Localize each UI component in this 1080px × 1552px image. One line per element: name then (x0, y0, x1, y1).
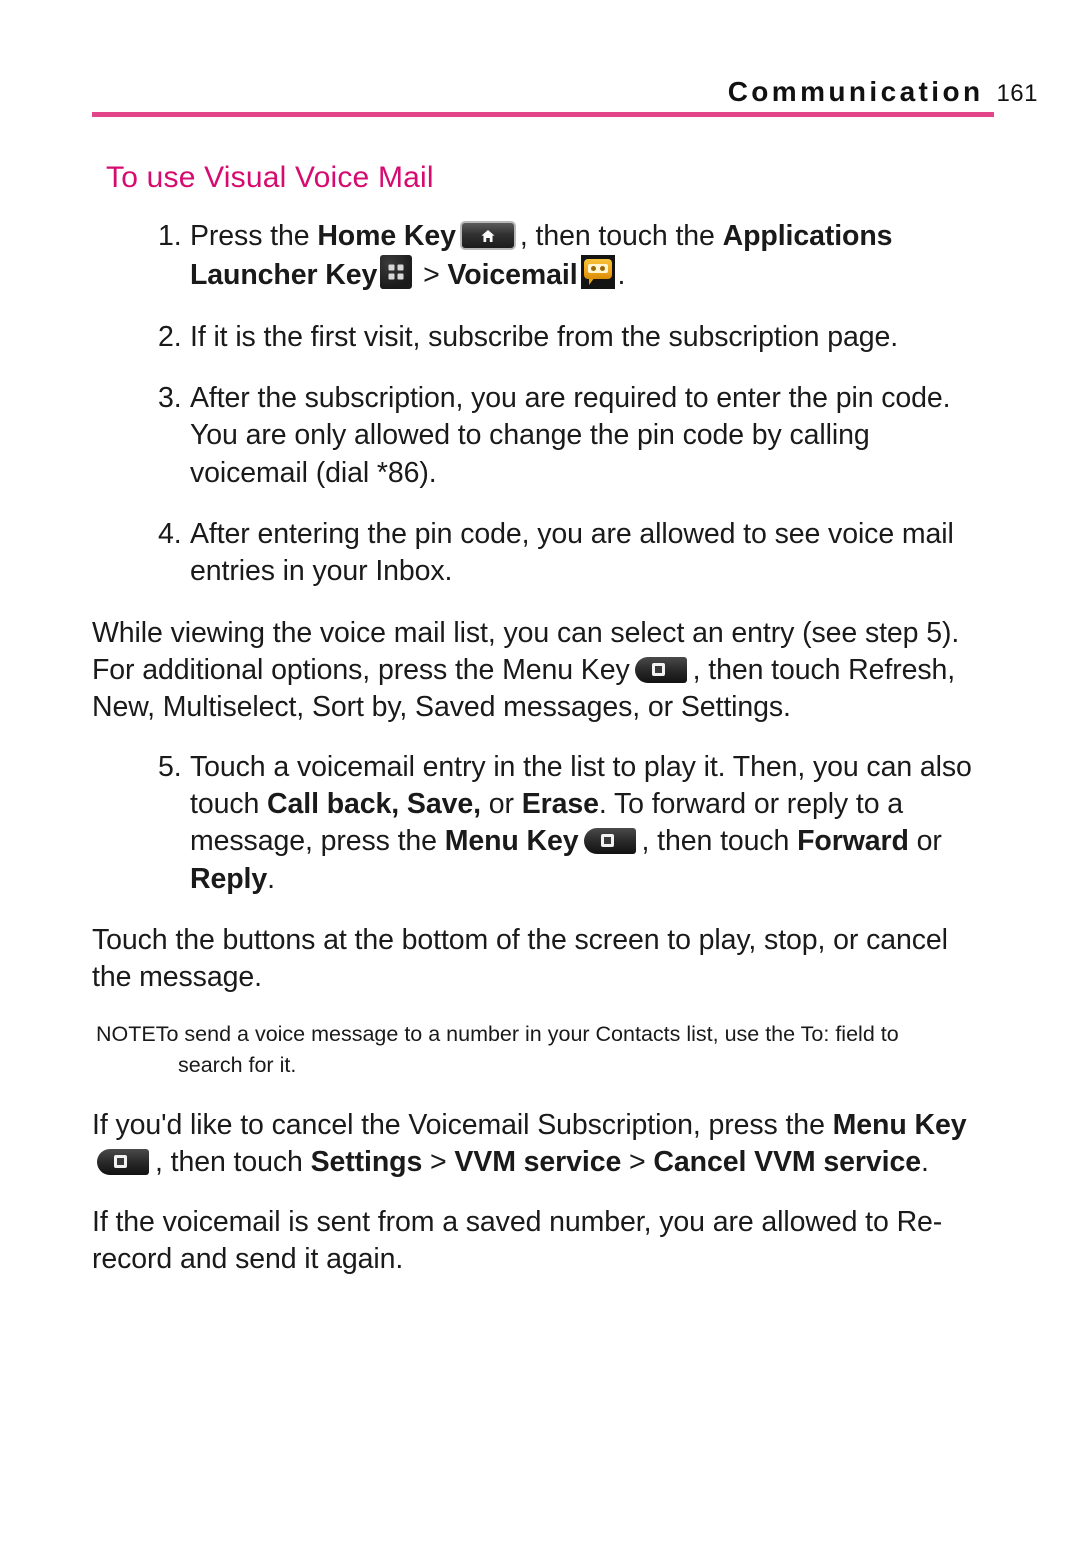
step-text: After entering the pin code, you are all… (190, 517, 954, 588)
paragraph-text: , then touch (155, 1146, 311, 1179)
note-label: NOTE (96, 1021, 156, 1046)
step-text: . (267, 862, 275, 895)
paragraph-text-bold: Settings (310, 1146, 423, 1179)
cancel-subscription-paragraph: If you'd like to cancel the Voicemail Su… (92, 1107, 992, 1182)
list-item: 5. Touch a voicemail entry in the list to… (92, 749, 992, 898)
home-key-icon (459, 221, 516, 250)
header-titles: Communication 161 (728, 76, 1038, 108)
manual-page: Communication 161 To use Visual Voice Ma… (0, 0, 1080, 1552)
menu-key-icon (97, 1149, 149, 1176)
numbered-steps-list: 1. Press the Home Key , then touch the Ap… (92, 218, 992, 591)
applications-launcher-key-icon (380, 255, 413, 290)
step-text: After the subscription, you are required… (190, 381, 951, 489)
step-text-bold: Erase (521, 787, 599, 820)
paragraph-text: . (920, 1146, 929, 1179)
note-block: NOTETo send a voice message to a number … (96, 1019, 956, 1081)
paragraph-text-bold: Menu Key (832, 1108, 967, 1141)
list-item: 4. After entering the pin code, you are a… (92, 516, 992, 591)
page-header: Communication 161 (92, 76, 1038, 122)
step-number: 1. (158, 220, 182, 252)
step-text: or (908, 825, 942, 858)
voicemail-app-icon (580, 255, 615, 290)
step-number: 4. (158, 517, 182, 550)
page-number: 161 (996, 80, 1038, 107)
list-item: 2. If it is the first visit, subscribe fr… (92, 319, 992, 356)
chapter-title: Communication (727, 76, 984, 107)
step-text: . (617, 259, 626, 292)
paragraph-text: > (621, 1146, 654, 1179)
menu-options-paragraph: While viewing the voice mail list, you c… (92, 615, 992, 727)
playback-buttons-paragraph: Touch the buttons at the bottom of the s… (92, 923, 948, 994)
step-text-bold: Forward (797, 825, 909, 858)
note-first-line: NOTETo send a voice message to a number … (96, 1019, 956, 1050)
note-second-line: search for it. (178, 1052, 297, 1077)
step-text: or (480, 787, 522, 820)
menu-key-icon (634, 656, 687, 683)
step-text: Press the (190, 220, 318, 252)
paragraph-text-bold: Cancel VVM service (653, 1146, 921, 1179)
step-number: 2. (158, 320, 182, 353)
page-content: To use Visual Voice Mail 1. Press the Hom… (92, 160, 992, 1300)
menu-key-icon (583, 828, 636, 855)
paragraph-text-bold: VVM service (454, 1146, 622, 1179)
numbered-steps-list-continued: 5. Touch a voicemail entry in the list to… (92, 749, 992, 898)
step-text-bold: Reply (190, 862, 268, 895)
step-text: , then touch (641, 825, 798, 858)
note-text: To send a voice message to a number in y… (155, 1021, 899, 1046)
step-text: , then touch the (519, 220, 723, 252)
rerecord-paragraph: If the voicemail is sent from a saved nu… (92, 1205, 943, 1275)
list-item: 3. After the subscription, you are requir… (92, 380, 992, 492)
step-number: 5. (158, 750, 182, 783)
page-title: To use Visual Voice Mail (106, 161, 434, 194)
paragraph-text: If you'd like to cancel the Voicemail Su… (92, 1108, 833, 1141)
step-number: 3. (158, 381, 182, 414)
step-text: If it is the first visit, subscribe from… (190, 320, 899, 353)
step-text-bold: Voicemail (447, 259, 578, 292)
step-text-bold: Menu Key (444, 825, 579, 858)
step-text-bold: Call back, Save, (267, 787, 481, 820)
header-rule (92, 112, 994, 117)
paragraph-text: > (422, 1146, 455, 1179)
step-text-bold: Home Key (317, 220, 456, 252)
list-item: 1. Press the Home Key , then touch the Ap… (92, 218, 992, 295)
step-text: > (415, 259, 448, 292)
